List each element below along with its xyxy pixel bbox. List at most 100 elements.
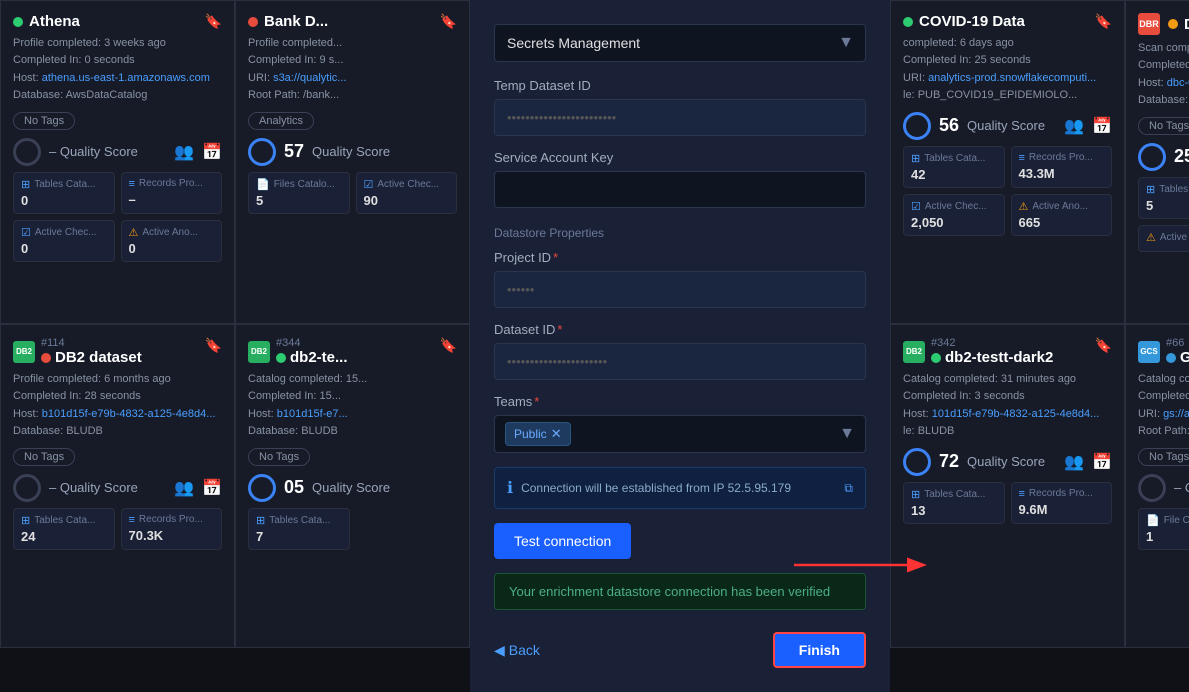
card-gcs[interactable]: GCS #66 GCS Alibaba 🔖 Catalog completed:…: [1125, 324, 1189, 648]
meta2-athena: Completed In: 0 seconds: [13, 53, 222, 68]
dataset-id-input[interactable]: [494, 343, 866, 380]
file-icon-gcs: 📄: [1146, 514, 1160, 527]
list-icon-covid: ≡: [1019, 152, 1025, 164]
card-databricks[interactable]: DBR Databricks D... 🔖 Scan completed: 1 …: [1125, 0, 1189, 324]
teams-dropdown-arrow-icon[interactable]: ▼: [839, 425, 855, 443]
meta1-gcs: Catalog completed: 2 week...: [1138, 372, 1189, 387]
quality-actions-athena: 👥 📅: [174, 142, 222, 162]
meta2-db2dataset: Completed In: 28 seconds: [13, 389, 222, 404]
meta1-db2dark: Catalog completed: 31 minutes ago: [903, 372, 1112, 387]
calendar-icon-db2dark[interactable]: 📅: [1092, 452, 1112, 472]
quality-circle-gcs: [1138, 474, 1166, 502]
host-db2dataset: Host: b101d15f-e79b-4832-a125-4e8d4...: [13, 407, 222, 422]
bookmark-icon-bankd[interactable]: 🔖: [440, 13, 457, 30]
test-connection-button[interactable]: Test connection: [494, 523, 631, 559]
quality-label-db2dataset: – Quality Score: [49, 480, 138, 495]
service-account-label: Service Account Key: [494, 150, 866, 165]
quality-num-bankd: 57: [284, 141, 304, 162]
tag-bankd[interactable]: Analytics: [248, 112, 314, 130]
back-button[interactable]: ◀ Back: [494, 642, 540, 659]
meta1-db2dataset: Profile completed: 6 months ago: [13, 372, 222, 387]
host-link-databricks[interactable]: dbc-0d9365ee-235c.0...: [1167, 77, 1189, 89]
secrets-management-wrapper[interactable]: Secrets Management ▼: [494, 24, 866, 62]
meta2-db2dark: Completed In: 3 seconds: [903, 389, 1112, 404]
quality-circle-db2te: [248, 474, 276, 502]
card-db2dark[interactable]: DB2 #342 db2-testt-dark2 🔖 Catalog compl…: [890, 324, 1125, 648]
host-link-db2te[interactable]: b101d15f-e7...: [277, 408, 348, 420]
users-icon-db2dark[interactable]: 👥: [1064, 452, 1084, 472]
quality-label-covid: Quality Score: [967, 118, 1045, 133]
calendar-icon-athena[interactable]: 📅: [202, 142, 222, 162]
teams-input-wrapper[interactable]: Public ✕ ▼: [494, 415, 866, 453]
project-id-input[interactable]: [494, 271, 866, 308]
calendar-icon-covid[interactable]: 📅: [1092, 116, 1112, 136]
db2te-icon: DB2: [248, 341, 270, 363]
success-banner: Your enrichment datastore connection has…: [494, 573, 866, 610]
quality-circle-databricks: [1138, 143, 1166, 171]
quality-circle-db2dataset: [13, 474, 41, 502]
modal-panel: Secrets Management ▼ Temp Dataset ID Ser…: [470, 0, 890, 692]
db-db2te: Database: BLUDB: [248, 424, 457, 439]
tag-db2dataset[interactable]: No Tags: [13, 448, 75, 466]
table-icon: ⊞: [21, 178, 30, 191]
tag-athena[interactable]: No Tags: [13, 112, 75, 130]
host-link-bankd[interactable]: s3a://qualytic...: [273, 72, 346, 84]
quality-num-databricks: 25: [1174, 146, 1189, 167]
bookmark-icon-covid[interactable]: 🔖: [1095, 13, 1112, 30]
warn-icon-db: ⚠: [1146, 231, 1156, 244]
stat-records-athena: ≡ Records Pro... –: [121, 172, 223, 214]
bookmark-icon-db2dark[interactable]: 🔖: [1095, 337, 1112, 354]
card-id-gcs: #66: [1166, 337, 1189, 349]
host-link-covid[interactable]: analytics-prod.snowflakecomputi...: [928, 72, 1096, 84]
host-link-db2dark[interactable]: 101d15f-e79b-4832-a125-4e8d4...: [932, 408, 1100, 420]
users-icon-athena[interactable]: 👥: [174, 142, 194, 162]
status-dot-covid: [903, 17, 913, 27]
temp-dataset-label: Temp Dataset ID: [494, 78, 866, 93]
quality-row-databricks: 25 Quality Score: [1138, 143, 1189, 171]
list-icon-db2d: ≡: [129, 514, 135, 526]
tag-gcs[interactable]: No Tags: [1138, 448, 1189, 466]
card-name-athena: Athena: [29, 13, 80, 30]
finish-button[interactable]: Finish: [773, 632, 866, 668]
host-gcs: URI: gs://alibaba_cloud: [1138, 407, 1189, 422]
quality-label-db2te: Quality Score: [312, 480, 390, 495]
quality-circle-athena: [13, 138, 41, 166]
users-icon-covid[interactable]: 👥: [1064, 116, 1084, 136]
host-link-db2dataset[interactable]: b101d15f-e79b-4832-a125-4e8d4...: [42, 408, 216, 420]
status-dot-bankd: [248, 17, 258, 27]
status-dot-databricks: [1168, 19, 1178, 29]
tag-databricks[interactable]: No Tags: [1138, 117, 1189, 135]
service-account-input[interactable]: [494, 171, 866, 208]
check-icon-bankd: ☑: [364, 178, 374, 191]
quality-row-db2dataset: – Quality Score 👥 📅: [13, 474, 222, 502]
host-db2te: Host: b101d15f-e7...: [248, 407, 457, 422]
bookmark-icon-db2te[interactable]: 🔖: [440, 337, 457, 354]
card-id-db2dataset: #114: [41, 337, 142, 349]
bookmark-icon-athena[interactable]: 🔖: [205, 13, 222, 30]
file-icon: 📄: [256, 178, 270, 191]
quality-label-bankd: Quality Score: [312, 144, 390, 159]
teams-label: Teams*: [494, 394, 866, 409]
host-link-gcs[interactable]: gs://alibaba_cloud: [1163, 408, 1189, 420]
temp-dataset-input[interactable]: [494, 99, 866, 136]
warn-icon: ⚠: [129, 226, 139, 239]
quality-label-gcs: – Quality Score: [1174, 480, 1189, 495]
tag-db2te[interactable]: No Tags: [248, 448, 310, 466]
check-icon: ☑: [21, 226, 31, 239]
team-tag-remove[interactable]: ✕: [551, 426, 562, 442]
users-icon-db2dataset[interactable]: 👥: [174, 478, 194, 498]
calendar-icon-db2dataset[interactable]: 📅: [202, 478, 222, 498]
card-athena[interactable]: Athena 🔖 Profile completed: 3 weeks ago …: [0, 0, 235, 324]
copy-icon[interactable]: ⧉: [844, 481, 853, 496]
quality-num-covid: 56: [939, 115, 959, 136]
card-bankd[interactable]: Bank D... 🔖 Profile completed... Complet…: [235, 0, 470, 324]
bookmark-icon-db2dataset[interactable]: 🔖: [205, 337, 222, 354]
card-covid[interactable]: COVID-19 Data 🔖 completed: 6 days ago Co…: [890, 0, 1125, 324]
secrets-management-select[interactable]: Secrets Management: [494, 24, 866, 62]
table-icon-db2dark: ⊞: [911, 488, 920, 501]
card-db2dataset[interactable]: DB2 #114 DB2 dataset 🔖 Profile completed…: [0, 324, 235, 648]
card-db2te[interactable]: DB2 #344 db2-te... 🔖 Catalog completed: …: [235, 324, 470, 648]
quality-label-athena: – Quality Score: [49, 144, 138, 159]
host-link-athena[interactable]: athena.us-east-1.amazonaws.com: [42, 72, 210, 84]
stats-db2dataset: ⊞ Tables Cata... 24 ≡ Records Pro... 70.…: [13, 508, 222, 550]
